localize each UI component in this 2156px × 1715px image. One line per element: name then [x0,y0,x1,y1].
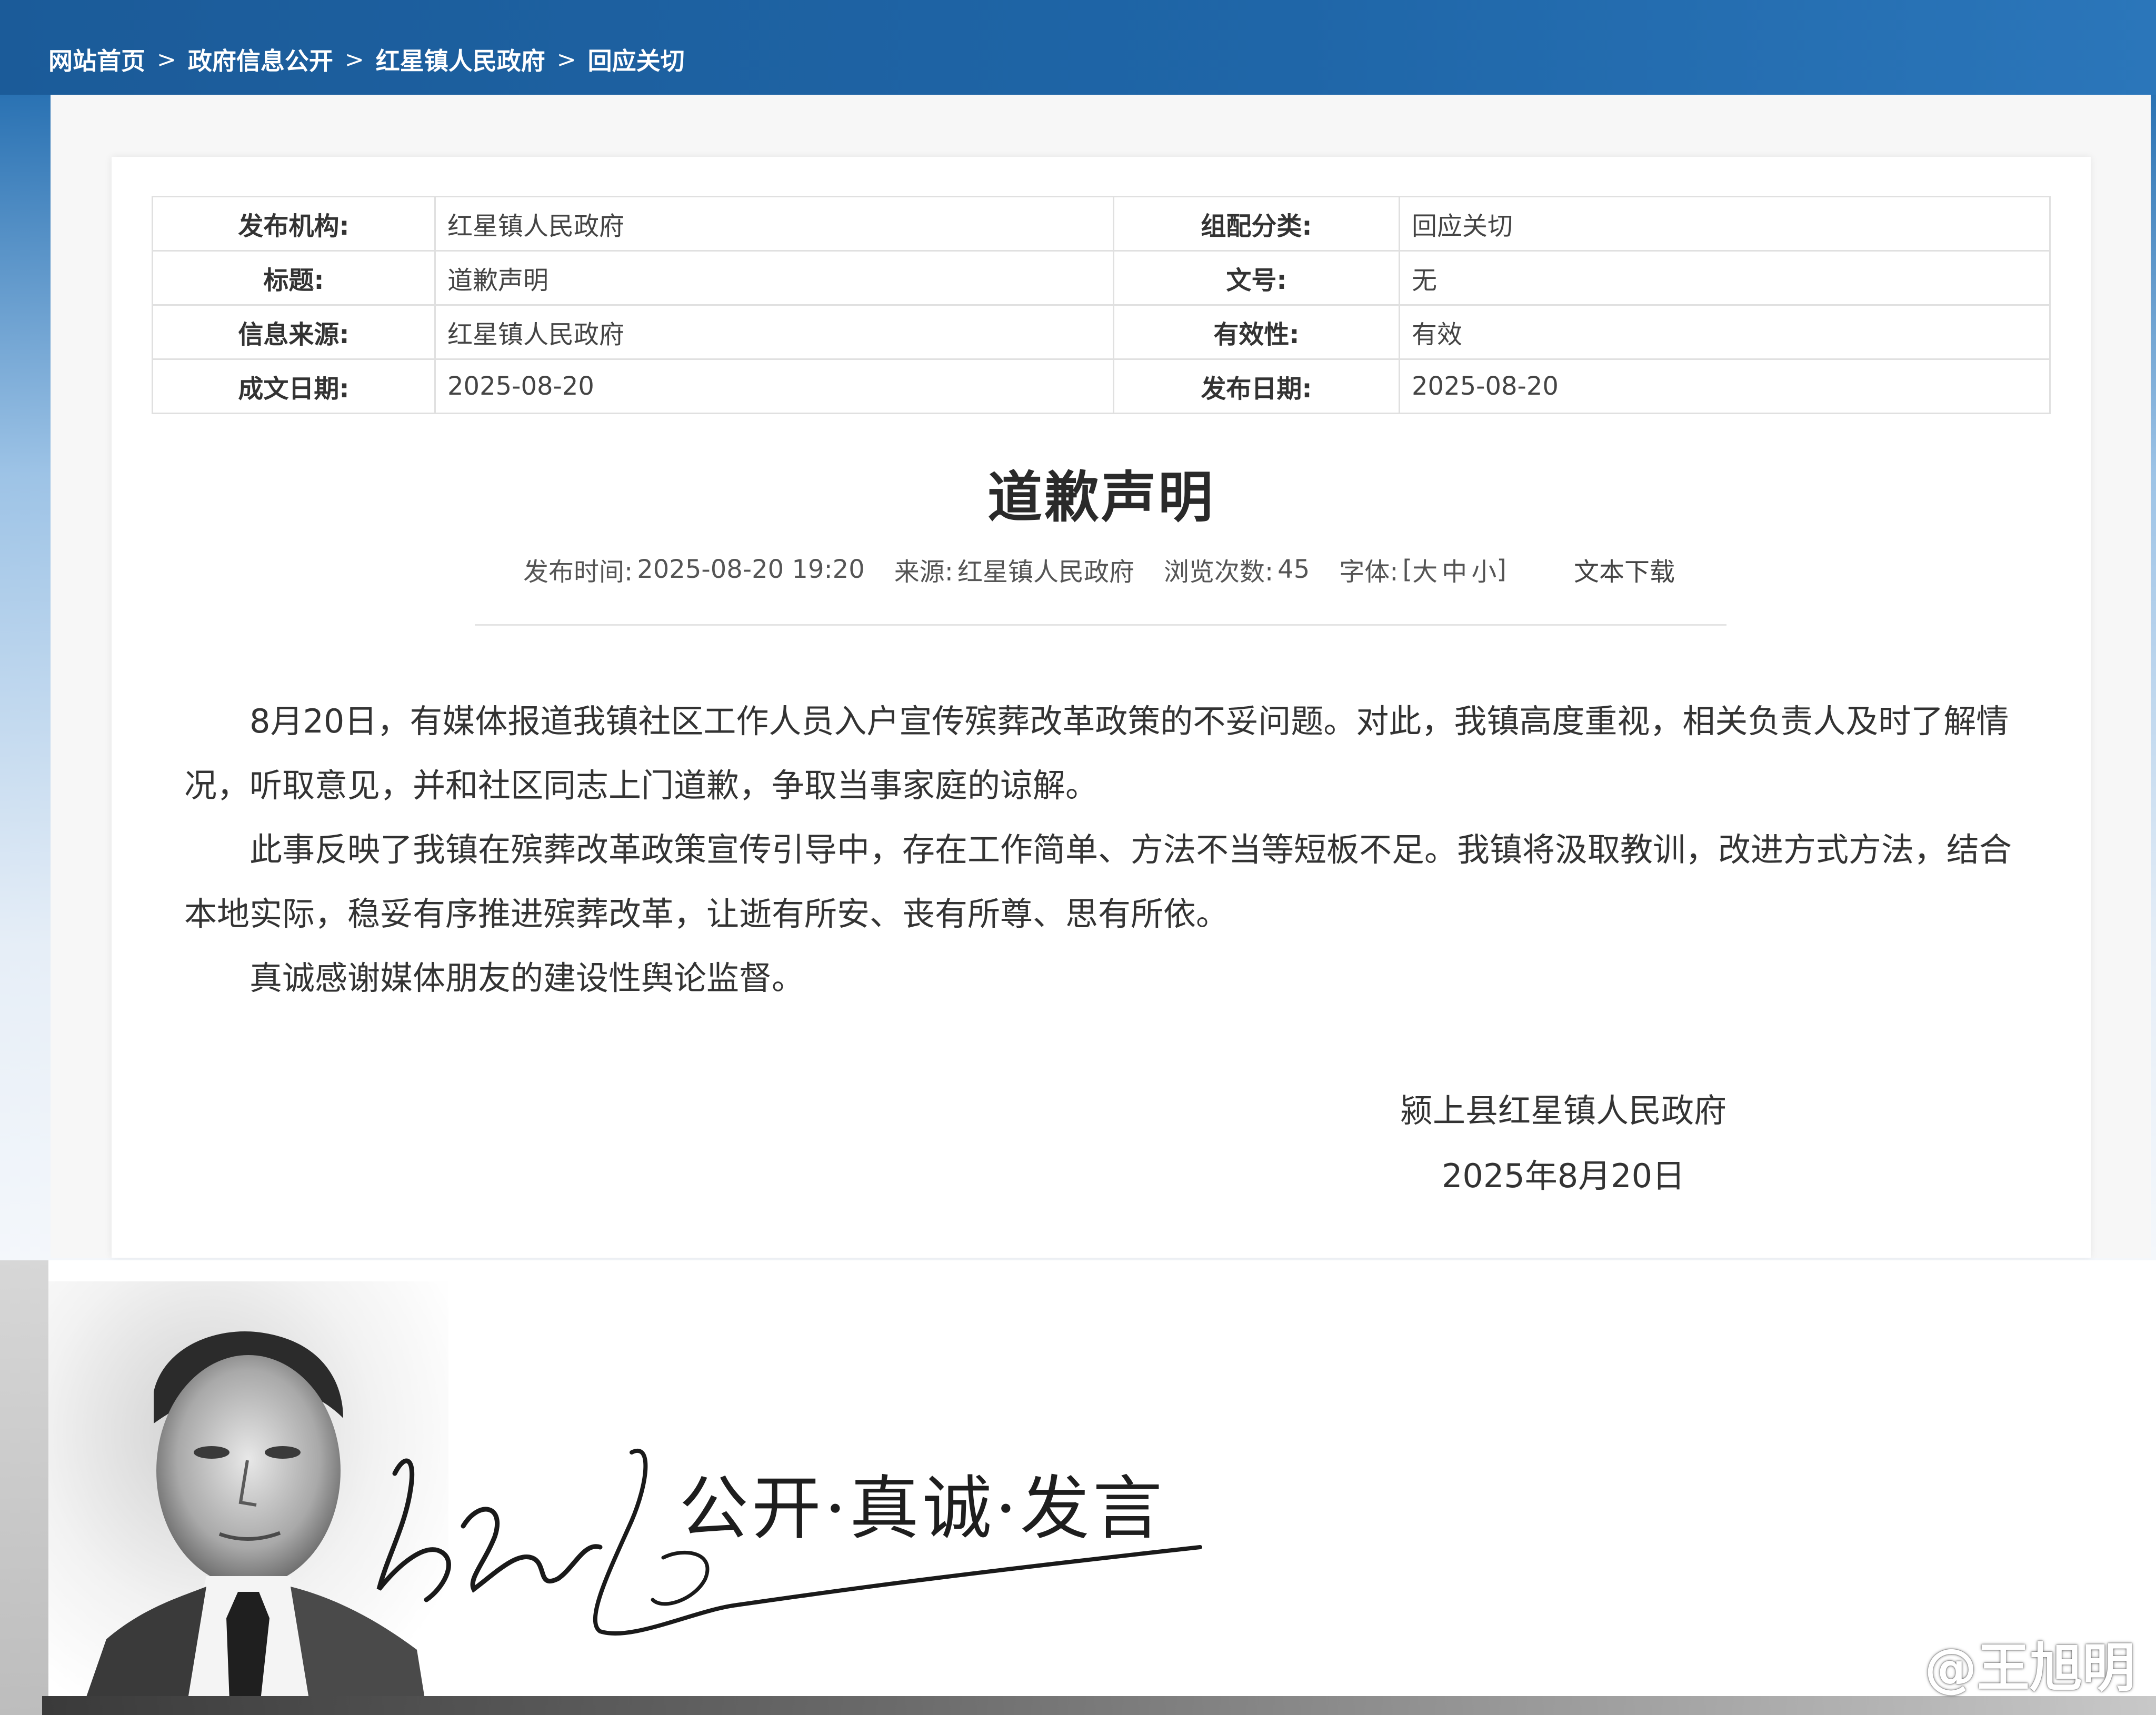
table-row: 信息来源: 红星镇人民政府 有效性: 有效 [152,304,2051,360]
text-download-link[interactable]: 文本下载 [1574,551,1675,588]
views-value: 45 [1277,555,1310,584]
signature-date: 2025年8月20日 [1441,1157,1685,1195]
breadcrumb-town-gov[interactable]: 红星镇人民政府 [376,42,545,77]
divider [475,624,1726,626]
paragraph: 真诚感谢媒体朋友的建设性舆论监督。 [249,959,805,997]
font-size-small-button[interactable]: 小 [1471,551,1496,588]
metadata-table: 发布机构: 红星镇人民政府 组配分类: 回应关切 标题: 道歉声明 文号: 无 … [152,196,2051,414]
title-value: 道歉声明 [434,250,1114,306]
written-date-value: 2025-08-20 [434,358,1114,414]
article-info-line: 发布时间: 2025-08-20 19:20 来源: 红星镇人民政府 浏览次数:… [152,551,2051,588]
weibo-logo-icon [1864,1644,1916,1685]
validity-label: 有效性: [1113,304,1400,360]
table-row: 成文日期: 2025-08-20 发布日期: 2025-08-20 [152,358,2051,414]
font-size-large-button[interactable]: 大 [1412,551,1438,588]
publisher-label: 发布机构: [152,196,436,252]
font-size-bracket-open: [ [1402,555,1413,584]
breadcrumb-current[interactable]: 回应关切 [588,42,685,77]
breadcrumb-separator: > [344,46,364,73]
views-label: 浏览次数: [1163,557,1274,587]
source-value: 红星镇人民政府 [434,304,1114,360]
publish-date-value: 2025-08-20 [1399,358,2051,414]
publisher-value: 红星镇人民政府 [434,196,1114,252]
publish-time-label: 发布时间: [523,557,633,587]
table-row: 发布机构: 红星镇人民政府 组配分类: 回应关切 [152,196,2051,252]
article-title: 道歉声明 [987,465,1215,529]
article-body: 8月20日，有媒体报道我镇社区工作人员入户宣传殡葬改革政策的不妥问题。对此，我镇… [184,689,2021,1010]
banner-slogan: 公开·真诚·发言 [679,1468,1165,1549]
weibo-watermark: @王旭明 [1864,1634,2135,1699]
title-label: 标题: [152,250,436,306]
breadcrumb-separator: > [556,46,576,73]
breadcrumb: 网站首页 > 政府信息公开 > 红星镇人民政府 > 回应关切 [48,41,685,78]
source-label: 信息来源: [152,304,436,360]
banner-bottom-strip [42,1696,2156,1715]
source-value: 红星镇人民政府 [957,557,1134,587]
doc-no-value: 无 [1399,250,2051,306]
paragraph: 8月20日，有媒体报道我镇社区工作人员入户宣传殡葬改革政策的不妥问题。对此，我镇… [184,702,2009,805]
breadcrumb-gov-info[interactable]: 政府信息公开 [188,42,333,77]
font-size-label: 字体: [1339,557,1399,587]
publish-date-label: 发布日期: [1113,358,1400,414]
written-date-label: 成文日期: [152,358,436,414]
signature-org: 颍上县红星镇人民政府 [1400,1091,1726,1130]
validity-value: 有效 [1399,304,2051,360]
breadcrumb-home[interactable]: 网站首页 [48,42,145,77]
source-label: 来源: [894,557,953,587]
category-value: 回应关切 [1399,196,2051,252]
breadcrumb-separator: > [157,46,176,73]
paragraph: 此事反映了我镇在殡葬改革政策宣传引导中，存在工作简单、方法不当等短板不足。我镇将… [184,830,2012,933]
watermark-text: @王旭明 [1924,1637,2135,1699]
font-size-medium-button[interactable]: 中 [1442,551,1467,588]
category-label: 组配分类: [1113,196,1400,252]
font-size-bracket-close: ] [1496,555,1506,584]
table-row: 标题: 道歉声明 文号: 无 [152,250,2051,306]
doc-no-label: 文号: [1113,250,1400,306]
publish-time-value: 2025-08-20 19:20 [637,555,865,584]
banner-edge [0,1260,48,1715]
